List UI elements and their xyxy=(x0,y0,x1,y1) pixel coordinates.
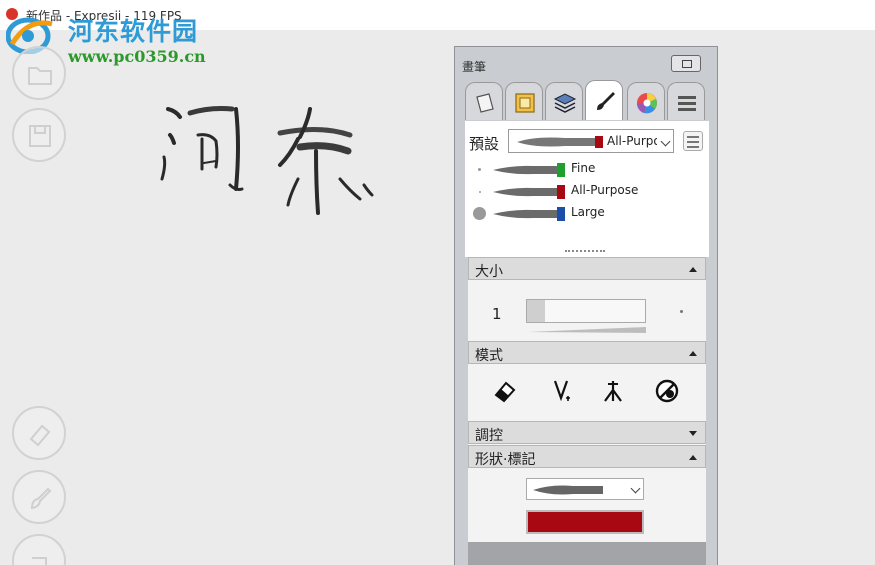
size-section: 大小 1 xyxy=(468,257,706,341)
tab-layers[interactable] xyxy=(545,82,583,120)
size-value: 1 xyxy=(492,305,502,323)
collapse-icon xyxy=(689,351,697,356)
preset-name: All-Purpose xyxy=(571,183,639,197)
control-section: 調控 xyxy=(468,421,706,445)
control-header[interactable]: 調控 xyxy=(468,421,706,444)
pen-mode-icon[interactable] xyxy=(548,378,574,404)
size-slider[interactable] xyxy=(526,299,646,323)
menu-icon xyxy=(678,96,696,111)
brush-icon xyxy=(30,487,52,510)
size-dot-icon xyxy=(478,168,481,171)
chevron-down-icon xyxy=(660,136,671,147)
size-dot-icon xyxy=(473,207,486,220)
eraser-tool-button[interactable] xyxy=(12,406,66,460)
mode-section: 模式 xyxy=(468,341,706,421)
mode-label: 模式 xyxy=(475,348,503,364)
preset-selected-label: All-Purpose xyxy=(607,134,657,148)
undo-icon xyxy=(32,557,47,565)
size-preview-dot xyxy=(680,310,683,313)
panel-restore-button[interactable] xyxy=(671,55,701,72)
size-dot-icon xyxy=(479,191,481,193)
preset-options-button[interactable] xyxy=(683,131,703,151)
expand-icon xyxy=(689,431,697,436)
save-button[interactable] xyxy=(12,108,66,162)
brush-shape-dropdown[interactable] xyxy=(526,478,644,500)
color-wheel-icon xyxy=(636,93,657,114)
split-brush-icon[interactable] xyxy=(600,378,626,404)
brush-color-swatch[interactable] xyxy=(526,510,644,534)
preset-color-swatch xyxy=(557,185,565,199)
preset-color-swatch xyxy=(557,207,565,221)
size-slider-fill xyxy=(527,300,545,322)
brush-shape-preview-icon xyxy=(533,485,603,495)
panel-title: 畫筆 xyxy=(462,60,487,74)
preset-brush-preview-icon xyxy=(517,136,603,148)
disable-icon[interactable] xyxy=(654,378,680,404)
size-header[interactable]: 大小 xyxy=(468,257,706,280)
preset-color-swatch xyxy=(557,163,565,177)
watermark-text: 河东软件园 xyxy=(68,17,199,46)
tab-canvas[interactable] xyxy=(505,82,543,120)
collapse-icon xyxy=(689,455,697,460)
panel-tabs xyxy=(465,80,709,120)
preset-name: Fine xyxy=(571,161,596,175)
brush-stroke-icon xyxy=(493,209,565,219)
preset-item-all-purpose[interactable]: All-Purpose xyxy=(465,181,709,203)
canvas-frame-icon xyxy=(515,93,535,113)
tab-menu[interactable] xyxy=(667,82,705,120)
control-label: 調控 xyxy=(475,428,503,444)
open-button[interactable] xyxy=(12,46,66,100)
preset-dropdown[interactable]: All-Purpose xyxy=(508,129,674,153)
brush-stroke-icon xyxy=(493,187,565,197)
preset-name: Large xyxy=(571,205,605,219)
panel-bottom-area xyxy=(468,542,706,565)
eraser-icon xyxy=(29,424,51,447)
save-icon xyxy=(29,125,51,147)
shape-label: 形狀·標記 xyxy=(475,452,536,468)
eraser-mode-icon[interactable] xyxy=(492,378,518,404)
collapse-icon xyxy=(689,267,697,272)
canvas-ink-strokes[interactable] xyxy=(150,95,390,235)
paper-icon xyxy=(476,93,494,113)
tab-brush[interactable] xyxy=(585,80,623,120)
undo-button[interactable] xyxy=(12,534,66,565)
mode-header[interactable]: 模式 xyxy=(468,341,706,364)
brush-tab-icon xyxy=(597,92,615,110)
panel-header[interactable]: 畫筆 xyxy=(455,47,717,77)
chevron-down-icon xyxy=(630,483,641,494)
size-wedge-icon xyxy=(528,327,646,333)
preset-item-fine[interactable]: Fine xyxy=(465,159,709,181)
size-label: 大小 xyxy=(475,264,503,280)
tab-color[interactable] xyxy=(627,82,665,120)
shape-header[interactable]: 形狀·標記 xyxy=(468,445,706,468)
resize-grip[interactable] xyxy=(465,247,709,257)
open-folder-icon xyxy=(28,67,52,85)
watermark-url: www.pc0359.cn xyxy=(68,47,206,66)
brush-panel: 畫筆 預設 All-Purp Fine All-Purpose Large 大小… xyxy=(454,46,718,565)
layers-icon xyxy=(553,93,577,113)
tab-paper[interactable] xyxy=(465,82,503,120)
presets-label: 預設 xyxy=(469,135,500,153)
preset-item-large[interactable]: Large xyxy=(465,203,709,225)
presets-area: 預設 All-Purpose Fine All-Pu xyxy=(465,121,709,253)
brush-tool-button[interactable] xyxy=(12,470,66,524)
shape-section: 形狀·標記 xyxy=(468,445,706,542)
brush-stroke-icon xyxy=(493,165,565,175)
